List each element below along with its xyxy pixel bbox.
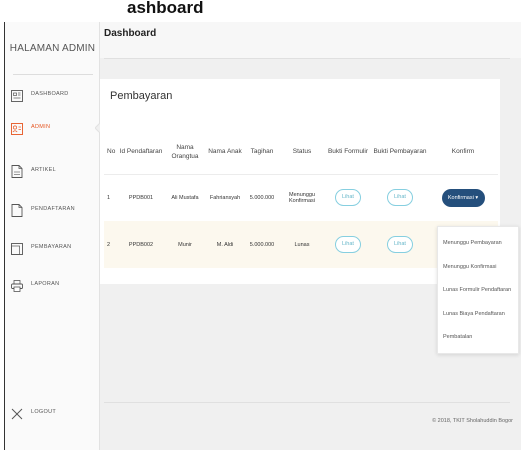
menu-item-menunggu-konfirmasi[interactable]: Menunggu Konfirmasi (438, 256, 518, 280)
cell-status: Menunggu Konfirmasi (280, 173, 324, 221)
menu-item-menunggu-pembayaran[interactable]: Menunggu Pembayaran (438, 232, 518, 256)
sidebar-item-label: ADMIN (31, 124, 51, 130)
cell-status: Lunas (280, 221, 324, 268)
divider (13, 74, 93, 75)
document-icon (10, 204, 23, 217)
table-header: No Id Pendaftaran Nama Orangtua Nama Ana… (104, 130, 498, 174)
admin-icon (10, 122, 23, 135)
menu-item-lunas-formulir[interactable]: Lunas Formulir Pendaftaran (438, 279, 518, 303)
cell-bukti-formulir: Lihat (324, 221, 372, 268)
cell-orangtua: Munir (164, 221, 206, 268)
sidebar-item-label: PENDAFTARAN (31, 206, 75, 212)
cell-no: 2 (104, 221, 118, 268)
menu-item-pembatalan[interactable]: Pembatalan (438, 326, 518, 350)
sidebar-item-pembayaran[interactable]: PEMBAYARAN (5, 241, 100, 257)
cell-orangtua: Ali Mustafa (164, 173, 206, 221)
cell-bukti-pembayaran: Lihat (372, 173, 428, 221)
divider (104, 402, 510, 403)
footer-copyright: © 2018, TKIT Sholahuddin Bogor (432, 418, 513, 424)
status-text: Lunas (294, 241, 310, 248)
page-title: Dashboard (104, 28, 157, 39)
close-icon (10, 407, 23, 420)
chevron-down-icon: ▾ (475, 194, 479, 201)
dashboard-icon (10, 89, 23, 102)
document-icon (10, 165, 23, 178)
table-row: 1 PPDB001 Ali Mustafa Fahriansyah 5.000.… (104, 173, 498, 221)
logout-button[interactable]: LOGOUT (5, 406, 100, 422)
printer-icon (10, 279, 23, 292)
lihat-formulir-button[interactable]: Lihat (335, 189, 361, 207)
sidebar-item-pendaftaran[interactable]: PENDAFTARAN (5, 203, 100, 219)
cell-no: 1 (104, 173, 118, 221)
sidebar-item-label: ARTIKEL (31, 167, 56, 173)
lihat-formulir-button[interactable]: Lihat (335, 236, 361, 253)
page-heading: ashboard (0, 0, 521, 22)
column-header: Status (292, 148, 312, 156)
cell-konfirm: Konfirmasi ▾ (428, 173, 498, 221)
page-heading-text: ashboard (127, 0, 204, 17)
column-header: Nama Orangtua (171, 143, 199, 160)
column-header: Bukti Formulir (327, 148, 369, 156)
divider (104, 58, 510, 59)
sidebar-item-artikel[interactable]: ARTIKEL (5, 164, 100, 180)
brand-title: HALAMAN ADMIN (9, 42, 96, 54)
lihat-pembayaran-button[interactable]: Lihat (387, 236, 413, 253)
column-header: Nama Anak (208, 148, 242, 156)
sidebar-item-laporan[interactable]: LAPORAN (5, 278, 100, 294)
konfirmasi-dropdown-menu: Menunggu Pembayaran Menunggu Konfirmasi … (437, 226, 519, 354)
konfirmasi-label: Konfirmasi (447, 194, 474, 201)
sidebar-item-dashboard[interactable]: DASHBOARD (5, 88, 100, 104)
sidebar-item-label: PEMBAYARAN (31, 244, 72, 250)
cell-anak: Fahriansyah (206, 173, 244, 221)
lihat-pembayaran-button[interactable]: Lihat (387, 189, 413, 207)
column-header: Id Pendaftaran (119, 148, 163, 156)
cell-bukti-pembayaran: Lihat (372, 221, 428, 268)
cell-tagihan: 5.000.000 (244, 173, 280, 221)
column-header: No (107, 148, 116, 156)
sidebar: HALAMAN ADMIN DASHBOARD ADMIN ARTIKEL PE (5, 22, 105, 450)
sidebar-item-label: DASHBOARD (31, 91, 69, 97)
topbar: Dashboard (100, 22, 521, 58)
card-title: Pembayaran (110, 90, 173, 102)
column-header: Bukti Pembayaran (373, 148, 427, 156)
cell-id: PPDB002 (118, 221, 164, 268)
status-text: Menunggu Konfirmasi (289, 191, 315, 204)
column-header: Konfirm (451, 148, 475, 156)
cell-tagihan: 5.000.000 (244, 221, 280, 268)
cell-anak: M. Aldi (206, 221, 244, 268)
sidebar-item-admin[interactable]: ADMIN (5, 121, 100, 137)
logout-label: LOGOUT (31, 409, 57, 415)
konfirmasi-dropdown-button[interactable]: Konfirmasi ▾ (441, 188, 485, 207)
payment-icon (10, 242, 23, 255)
cell-bukti-formulir: Lihat (324, 173, 372, 221)
column-header: Tagihan (250, 148, 274, 156)
menu-item-lunas-biaya[interactable]: Lunas Biaya Pendaftaran (438, 303, 518, 327)
cell-id: PPDB001 (118, 173, 164, 221)
sidebar-item-label: LAPORAN (31, 281, 60, 287)
